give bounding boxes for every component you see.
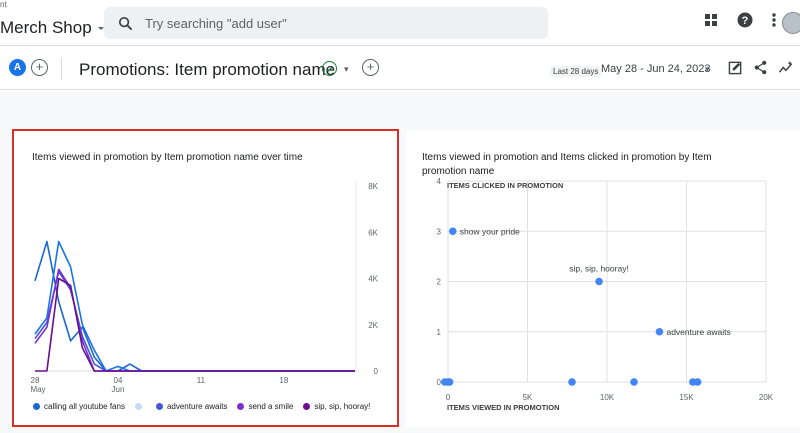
- point-label: show your pride: [460, 226, 520, 236]
- x-tick-label: 15K: [679, 393, 694, 402]
- scatter-point[interactable]: [445, 378, 454, 386]
- scatter-point[interactable]: [448, 227, 457, 236]
- point-label: adventure awaits: [666, 327, 730, 337]
- y-tick-label: 1: [437, 328, 442, 337]
- x-tick-label: 0: [446, 393, 451, 402]
- scatter-point[interactable]: [630, 378, 638, 386]
- y-axis-title: ITEMS CLICKED IN PROMOTION: [447, 181, 563, 190]
- x-axis-title: ITEMS VIEWED IN PROMOTION: [447, 403, 560, 412]
- y-tick-label: 4: [437, 177, 442, 186]
- scatter-point[interactable]: [595, 277, 603, 286]
- y-tick-label: 3: [437, 227, 442, 236]
- x-tick-label: 5K: [523, 393, 533, 402]
- y-tick-label: 0: [437, 378, 442, 387]
- scatter-point[interactable]: [693, 378, 702, 386]
- y-tick-label: 2: [437, 278, 442, 287]
- scatter-point[interactable]: [655, 327, 664, 336]
- scatter-point[interactable]: [568, 378, 576, 386]
- x-tick-label: 20K: [759, 393, 774, 402]
- scatter-chart: 0 5K 10K 15K 20K 0 1 2 3 4 ITEMS CLICKED IN PROMOT…: [437, 177, 774, 412]
- point-label: sip, sip, hooray!: [569, 264, 629, 274]
- x-tick-label: 10K: [600, 393, 615, 402]
